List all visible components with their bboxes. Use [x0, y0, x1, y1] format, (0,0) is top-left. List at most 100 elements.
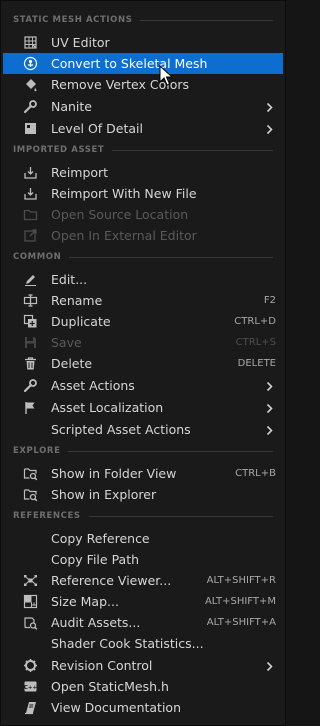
uv-grid-icon [23, 35, 38, 50]
menu-item-label: Shader Cook Statistics... [51, 636, 204, 651]
menu-item-label: Show in Folder View [51, 466, 177, 481]
menu-item-label: Save [51, 335, 82, 350]
pencil-icon [23, 272, 38, 287]
menu-item-label: Copy Reference [51, 531, 150, 546]
section-header-static-mesh-actions: STATIC MESH ACTIONS [13, 14, 273, 26]
folder-search-icon [23, 487, 38, 502]
section-header-imported-asset: IMPORTED ASSET [13, 144, 273, 156]
menu-item-reimport-with-new-file[interactable]: Reimport With New File [3, 183, 283, 204]
flag-icon [23, 400, 38, 415]
menu-item-label: Reimport With New File [51, 186, 197, 201]
lod-icon [23, 121, 38, 136]
wrench-icon [23, 99, 38, 114]
trash-icon [23, 356, 38, 371]
section-divider [88, 515, 273, 517]
book-icon [23, 700, 38, 715]
menu-item-label: Copy File Path [51, 552, 140, 567]
menu-item-label: Reimport [51, 165, 109, 180]
paint-bucket-icon [23, 77, 38, 92]
menu-item-shortcut: CTRL+S [235, 337, 276, 348]
section-divider [69, 256, 273, 258]
menu-item-asset-localization[interactable]: Asset Localization [3, 397, 283, 418]
menu-item-label: Nanite [51, 99, 92, 114]
menu-item-label: Open In External Editor [51, 228, 197, 243]
menu-item-view-documentation[interactable]: View Documentation [3, 697, 283, 718]
section-divider [112, 149, 273, 151]
section-title: IMPORTED ASSET [13, 145, 105, 155]
menu-item-label: Delete [51, 356, 93, 371]
menu-item-remove-vertex-colors[interactable]: Remove Vertex Colors [3, 74, 283, 95]
menu-item-label: Level Of Detail [51, 121, 144, 136]
rename-icon [23, 293, 38, 308]
menu-item-delete[interactable]: Delete DELETE [3, 353, 283, 374]
mouse-cursor-icon [159, 65, 174, 86]
menu-item-rename[interactable]: Rename F2 [3, 290, 283, 311]
revision-control-icon [23, 658, 38, 673]
folder-search-icon [23, 466, 38, 481]
save-icon [23, 335, 38, 350]
menu-item-shortcut: CTRL+D [234, 316, 276, 327]
menu-item-size-map[interactable]: Size Map... ALT+SHIFT+M [3, 591, 283, 612]
menu-item-label: Revision Control [51, 658, 153, 673]
chevron-right-icon [264, 101, 275, 113]
menu-item-label: Rename [51, 293, 103, 308]
menu-item-shortcut: ALT+SHIFT+M [204, 596, 276, 607]
section-title: EXPLORE [13, 446, 61, 456]
menu-item-copy-file-path[interactable]: Copy File Path [3, 549, 283, 570]
menu-item-label: Duplicate [51, 314, 111, 329]
menu-item-asset-actions[interactable]: Asset Actions [3, 375, 283, 396]
menu-item-scripted-asset-actions[interactable]: Scripted Asset Actions [3, 419, 283, 440]
audit-icon [23, 615, 38, 630]
section-header-explore: EXPLORE [13, 445, 273, 457]
menu-item-label: Asset Localization [51, 400, 164, 415]
section-title: REFERENCES [13, 511, 81, 521]
menu-item-convert-to-skeletal-mesh[interactable]: Convert to Skeletal Mesh [3, 53, 283, 74]
menu-item-nanite[interactable]: Nanite [3, 96, 283, 117]
menu-item-open-in-external-editor[interactable]: Open In External Editor [3, 225, 283, 246]
chevron-right-icon [264, 123, 275, 135]
menu-item-reimport[interactable]: Reimport [3, 162, 283, 183]
external-editor-icon [23, 228, 38, 243]
section-title: COMMON [13, 252, 62, 262]
menu-item-edit[interactable]: Edit... [3, 269, 283, 290]
menu-item-label: UV Editor [51, 35, 110, 50]
menu-item-label: Show in Explorer [51, 487, 157, 502]
section-title: STATIC MESH ACTIONS [13, 15, 133, 25]
menu-item-shortcut: ALT+SHIFT+A [206, 617, 276, 628]
chevron-right-icon [264, 660, 275, 672]
menu-item-shortcut: ALT+SHIFT+R [206, 575, 276, 586]
menu-item-shortcut: DELETE [237, 358, 276, 369]
menu-item-label: Reference Viewer... [51, 573, 172, 588]
section-header-references: REFERENCES [13, 510, 273, 522]
menu-item-save[interactable]: Save CTRL+S [3, 332, 283, 353]
menu-item-show-in-folder-view[interactable]: Show in Folder View CTRL+B [3, 463, 283, 484]
menu-item-label: Open StaticMesh.h [51, 679, 169, 694]
menu-item-label: Open Source Location [51, 207, 189, 222]
menu-item-shortcut: CTRL+B [235, 468, 276, 479]
chevron-right-icon [264, 402, 275, 414]
menu-item-label: Convert to Skeletal Mesh [51, 56, 208, 71]
reimport-icon [23, 165, 38, 180]
menu-item-shader-cook-statistics[interactable]: Shader Cook Statistics... [3, 633, 283, 654]
menu-item-duplicate[interactable]: Duplicate CTRL+D [3, 311, 283, 332]
skeletal-mesh-icon [23, 56, 38, 71]
menu-item-level-of-detail[interactable]: Level Of Detail [3, 118, 283, 139]
menu-item-open-staticmesh-h[interactable]: C++ Open StaticMesh.h [3, 676, 283, 697]
svg-text:C++: C++ [24, 685, 38, 691]
menu-item-shortcut: F2 [263, 295, 276, 306]
chevron-right-icon [264, 424, 275, 436]
section-divider [68, 450, 273, 452]
menu-item-revision-control[interactable]: Revision Control [3, 655, 283, 676]
menu-item-label: Scripted Asset Actions [51, 422, 191, 437]
menu-item-show-in-explorer[interactable]: Show in Explorer [3, 484, 283, 505]
menu-item-label: Edit... [51, 272, 88, 287]
folder-icon [23, 207, 38, 222]
menu-item-label: Size Map... [51, 594, 119, 609]
menu-item-reference-viewer[interactable]: Reference Viewer... ALT+SHIFT+R [3, 570, 283, 591]
menu-item-uv-editor[interactable]: UV Editor [3, 32, 283, 53]
menu-item-audit-assets[interactable]: Audit Assets... ALT+SHIFT+A [3, 612, 283, 633]
menu-item-open-source-location[interactable]: Open Source Location [3, 204, 283, 225]
wrench-icon [23, 378, 38, 393]
menu-item-copy-reference[interactable]: Copy Reference [3, 528, 283, 549]
reference-viewer-icon [23, 573, 38, 588]
